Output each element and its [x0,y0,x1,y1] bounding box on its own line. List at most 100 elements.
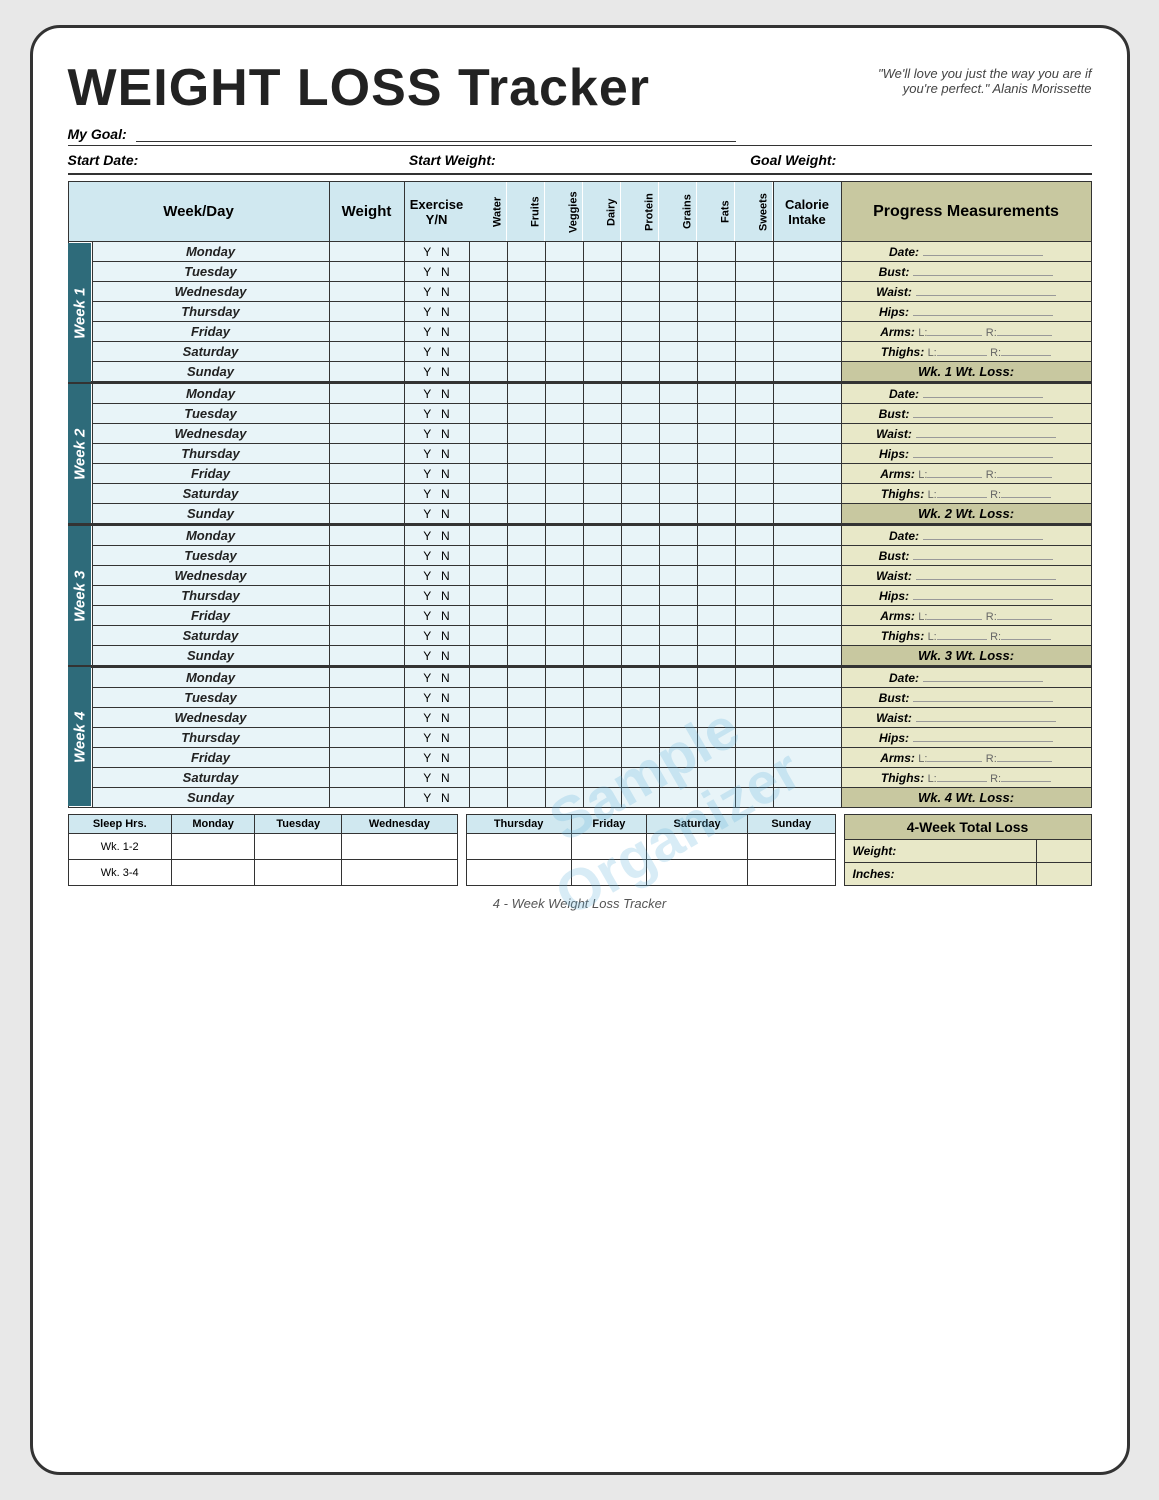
food-cell[interactable] [507,748,545,768]
calorie-cell[interactable] [773,525,841,546]
food-cell[interactable] [621,788,659,808]
food-cell[interactable] [735,404,773,424]
food-cell[interactable] [621,484,659,504]
food-cell[interactable] [507,708,545,728]
food-cell[interactable] [697,566,735,586]
food-cell[interactable] [697,768,735,788]
exercise-yn-cell[interactable]: Y N [404,242,469,262]
weight-cell[interactable] [329,404,404,424]
food-cell[interactable] [735,688,773,708]
food-cell[interactable] [545,646,583,667]
food-cell[interactable] [697,667,735,688]
food-cell[interactable] [621,708,659,728]
food-cell[interactable] [621,728,659,748]
food-cell[interactable] [469,242,507,262]
food-cell[interactable] [469,646,507,667]
food-cell[interactable] [659,667,697,688]
food-cell[interactable] [621,242,659,262]
food-cell[interactable] [735,646,773,667]
food-cell[interactable] [545,626,583,646]
calorie-cell[interactable] [773,342,841,362]
food-cell[interactable] [659,302,697,322]
food-cell[interactable] [583,566,621,586]
weight-cell[interactable] [329,546,404,566]
food-cell[interactable] [697,444,735,464]
food-cell[interactable] [621,504,659,525]
food-cell[interactable] [659,484,697,504]
food-cell[interactable] [621,667,659,688]
exercise-yn-cell[interactable]: Y N [404,606,469,626]
food-cell[interactable] [583,383,621,404]
food-cell[interactable] [659,606,697,626]
food-cell[interactable] [697,586,735,606]
food-cell[interactable] [583,424,621,444]
food-cell[interactable] [697,504,735,525]
sleep-row2-mon[interactable] [171,860,254,886]
exercise-yn-cell[interactable]: Y N [404,688,469,708]
food-cell[interactable] [659,688,697,708]
weight-cell[interactable] [329,646,404,667]
food-cell[interactable] [735,566,773,586]
food-cell[interactable] [735,626,773,646]
food-cell[interactable] [735,444,773,464]
food-cell[interactable] [545,242,583,262]
food-cell[interactable] [697,484,735,504]
food-cell[interactable] [545,768,583,788]
food-cell[interactable] [507,788,545,808]
food-cell[interactable] [735,768,773,788]
food-cell[interactable] [659,342,697,362]
food-cell[interactable] [735,242,773,262]
weight-cell[interactable] [329,484,404,504]
food-cell[interactable] [659,646,697,667]
food-cell[interactable] [545,546,583,566]
food-cell[interactable] [583,262,621,282]
weight-cell[interactable] [329,362,404,383]
food-cell[interactable] [469,404,507,424]
food-cell[interactable] [507,383,545,404]
food-cell[interactable] [507,362,545,383]
food-cell[interactable] [621,626,659,646]
exercise-yn-cell[interactable]: Y N [404,362,469,383]
food-cell[interactable] [697,424,735,444]
food-cell[interactable] [469,383,507,404]
calorie-cell[interactable] [773,708,841,728]
food-cell[interactable] [583,464,621,484]
food-cell[interactable] [659,262,697,282]
food-cell[interactable] [621,768,659,788]
exercise-yn-cell[interactable]: Y N [404,708,469,728]
food-cell[interactable] [545,322,583,342]
sleep-r1-fri[interactable] [571,834,647,860]
food-cell[interactable] [507,688,545,708]
food-cell[interactable] [507,424,545,444]
food-cell[interactable] [621,383,659,404]
food-cell[interactable] [583,362,621,383]
food-cell[interactable] [583,626,621,646]
food-cell[interactable] [507,586,545,606]
exercise-yn-cell[interactable]: Y N [404,342,469,362]
exercise-yn-cell[interactable]: Y N [404,566,469,586]
food-cell[interactable] [469,626,507,646]
weight-cell[interactable] [329,444,404,464]
food-cell[interactable] [469,362,507,383]
food-cell[interactable] [735,708,773,728]
food-cell[interactable] [697,322,735,342]
food-cell[interactable] [621,566,659,586]
food-cell[interactable] [545,484,583,504]
sleep-row1-tue[interactable] [255,834,342,860]
food-cell[interactable] [621,646,659,667]
sleep-r1-thu[interactable] [466,834,571,860]
food-cell[interactable] [735,262,773,282]
food-cell[interactable] [659,768,697,788]
food-cell[interactable] [583,708,621,728]
food-cell[interactable] [583,484,621,504]
sleep-r1-sun[interactable] [747,834,835,860]
food-cell[interactable] [469,322,507,342]
calorie-cell[interactable] [773,688,841,708]
food-cell[interactable] [545,404,583,424]
calorie-cell[interactable] [773,282,841,302]
food-cell[interactable] [621,262,659,282]
sleep-r1-sat[interactable] [647,834,748,860]
food-cell[interactable] [507,546,545,566]
calorie-cell[interactable] [773,302,841,322]
food-cell[interactable] [659,362,697,383]
